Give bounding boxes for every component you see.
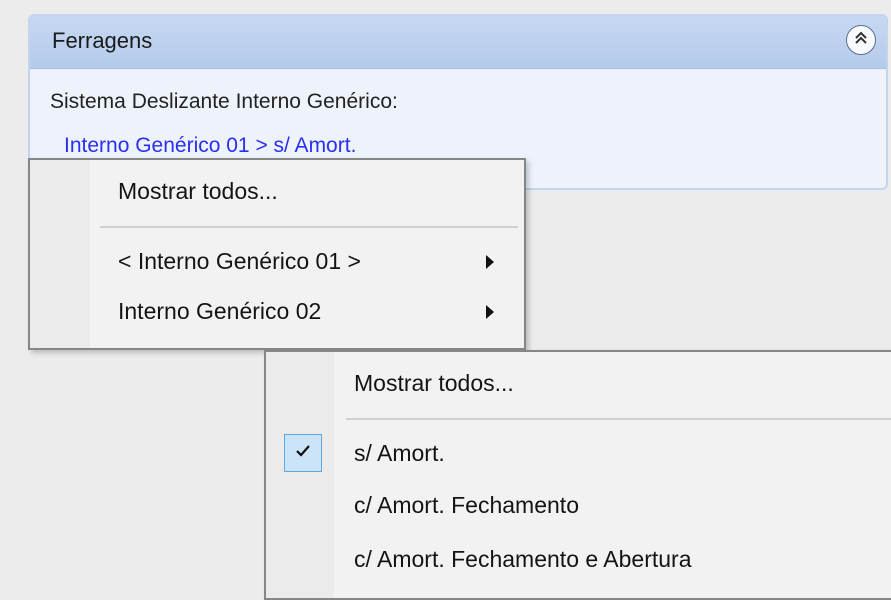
submenu-item-show-all[interactable]: Mostrar todos... bbox=[266, 360, 891, 408]
menu-item-label: Mostrar todos... bbox=[118, 178, 278, 204]
selected-system-link[interactable]: Interno Genérico 01 > s/ Amort. bbox=[64, 134, 356, 158]
panel-header[interactable]: Ferragens bbox=[30, 16, 886, 69]
menu-item-label: Mostrar todos... bbox=[354, 370, 514, 396]
menu-item-interno-generico-02[interactable]: Interno Genérico 02 bbox=[30, 288, 524, 336]
double-chevron-up-icon bbox=[853, 30, 869, 51]
menu-item-show-all[interactable]: Mostrar todos... bbox=[30, 168, 524, 216]
context-menu: Mostrar todos... < Interno Genérico 01 >… bbox=[28, 158, 526, 350]
panel-title: Ferragens bbox=[52, 28, 153, 53]
submenu-arrow-icon bbox=[486, 255, 494, 269]
menu-item-label: c/ Amort. Fechamento e Abertura bbox=[354, 546, 692, 572]
submenu-item-sem-amort[interactable]: s/ Amort. bbox=[266, 430, 891, 478]
checkmark-icon bbox=[295, 444, 311, 463]
submenu-item-amort-fechamento-abertura[interactable]: c/ Amort. Fechamento e Abertura bbox=[266, 536, 891, 584]
menu-separator bbox=[100, 226, 518, 228]
submenu: Mostrar todos... s/ Amort. c/ Amort. Fec… bbox=[264, 350, 891, 600]
menu-item-label: Interno Genérico 02 bbox=[118, 298, 322, 324]
submenu-arrow-icon bbox=[486, 305, 494, 319]
menu-item-label: s/ Amort. bbox=[354, 440, 445, 466]
menu-item-interno-generico-01[interactable]: < Interno Genérico 01 > bbox=[30, 238, 524, 286]
menu-separator bbox=[346, 418, 891, 420]
menu-item-label: < Interno Genérico 01 > bbox=[118, 248, 361, 274]
menu-item-label: c/ Amort. Fechamento bbox=[354, 492, 579, 518]
submenu-item-amort-fechamento[interactable]: c/ Amort. Fechamento bbox=[266, 482, 891, 530]
check-indicator bbox=[284, 434, 322, 472]
collapse-button[interactable] bbox=[846, 25, 876, 55]
system-label: Sistema Deslizante Interno Genérico: bbox=[50, 90, 398, 113]
